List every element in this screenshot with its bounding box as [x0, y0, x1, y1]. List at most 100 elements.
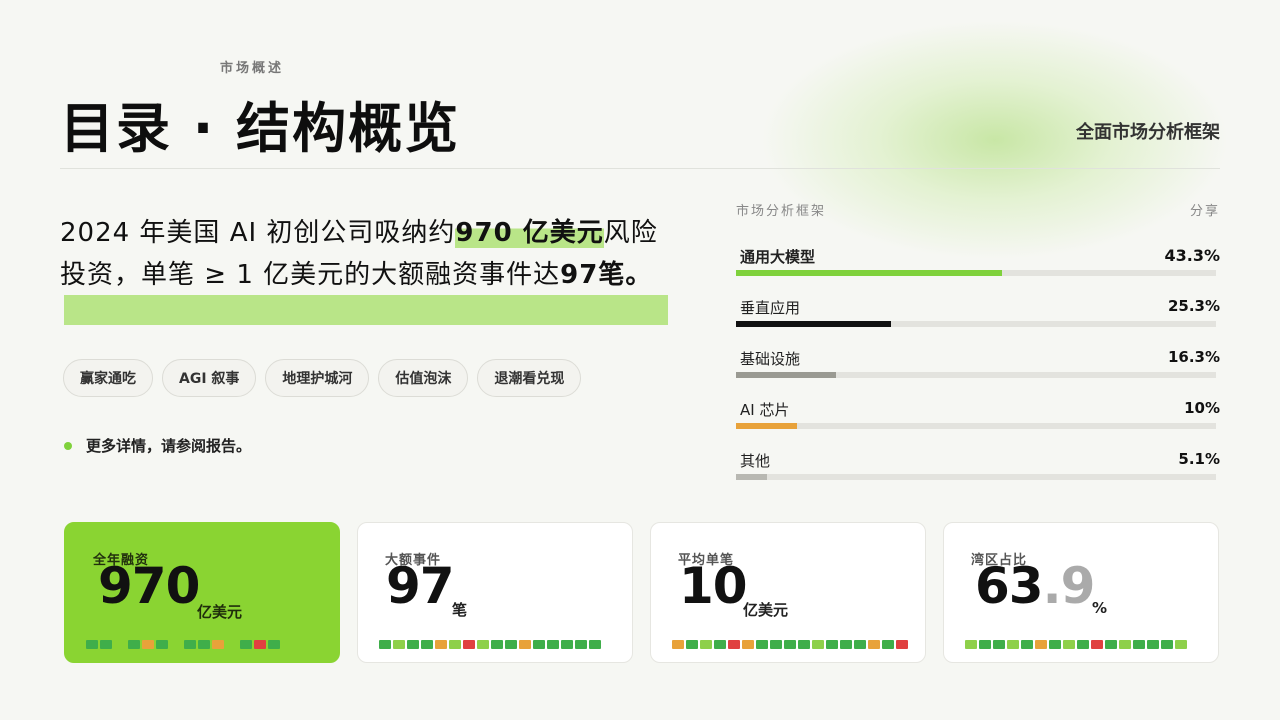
share-row: AI 芯片 10% — [736, 399, 1220, 450]
status-square — [533, 640, 545, 649]
status-square — [672, 640, 684, 649]
kpi-number-main: 63 — [975, 557, 1044, 615]
status-square — [826, 640, 838, 649]
market-framework-panel: 市场分析框架 分享 通用大模型 43.3% 垂直应用 25.3% 基础设施 16… — [736, 200, 1220, 501]
share-row-value: 16.3% — [1167, 348, 1220, 366]
kpi-cards: 全年融资 970 亿美元 大额事件 97 笔 平均单笔 10 亿美元 湾区占比 … — [64, 522, 1219, 663]
status-square — [477, 640, 489, 649]
status-square — [491, 640, 503, 649]
status-square — [1175, 640, 1187, 649]
lead-highlight-amount: 970 亿美元 — [455, 218, 604, 248]
section-kicker: 市场概述 — [220, 61, 285, 76]
status-square — [128, 640, 140, 649]
status-square — [1021, 640, 1033, 649]
panel-header: 市场分析框架 分享 — [736, 200, 1220, 224]
status-square — [589, 640, 601, 649]
kpi-squares — [86, 640, 280, 649]
tag-chip[interactable]: 赢家通吃 — [63, 359, 153, 397]
status-square — [1147, 640, 1159, 649]
status-square — [435, 640, 447, 649]
status-square — [1035, 640, 1047, 649]
tag-chip[interactable]: 估值泡沫 — [378, 359, 469, 397]
status-square — [575, 640, 587, 649]
kpi-unit: % — [1092, 599, 1108, 617]
share-row-value: 43.3% — [1164, 246, 1220, 265]
status-square — [965, 640, 977, 649]
status-square — [198, 640, 210, 649]
panel-share-label: 分享 — [1189, 204, 1220, 219]
share-row-value: 5.1% — [1178, 450, 1220, 468]
status-square — [407, 640, 419, 649]
status-square — [728, 640, 740, 649]
status-square — [784, 640, 796, 649]
status-square — [449, 640, 461, 649]
tag-list: 赢家通吃 AGI 叙事 地理护城河 估值泡沫 退潮看兑现 — [63, 359, 582, 397]
status-square — [100, 640, 112, 649]
share-bar-fill — [736, 321, 892, 327]
more-details-text: 更多详情，请参阅报告。 — [86, 437, 252, 455]
status-square — [463, 640, 475, 649]
status-square — [505, 640, 517, 649]
status-square — [1077, 640, 1089, 649]
kpi-number: 63.9 — [975, 557, 1096, 615]
lead-text-3: 笔。 — [598, 260, 653, 290]
status-square — [798, 640, 810, 649]
highlight-bar — [64, 295, 668, 325]
share-bar-fill — [736, 423, 798, 429]
share-bar-fill — [736, 474, 768, 480]
kpi-number-decimal: .9 — [1042, 557, 1096, 615]
share-row-label: 通用大模型 — [740, 248, 816, 266]
bullet-dot-icon — [64, 441, 72, 450]
kpi-number: 97 — [386, 557, 455, 615]
kpi-squares — [379, 640, 601, 649]
tag-chip[interactable]: 地理护城河 — [265, 359, 370, 397]
status-square — [896, 640, 908, 649]
lead-highlight-count: 97 — [560, 260, 599, 290]
status-square — [1091, 640, 1103, 649]
page-subtitle: 全面市场分析框架 — [1076, 122, 1220, 143]
kpi-number-main: 10 — [679, 557, 748, 615]
status-square — [547, 640, 559, 649]
share-row-label: AI 芯片 — [740, 401, 790, 419]
share-row: 其他 5.1% — [736, 450, 1220, 501]
kpi-number: 970 — [98, 557, 200, 615]
status-square — [756, 640, 768, 649]
kpi-card-bay-area-share: 湾区占比 63.9 % — [943, 522, 1219, 663]
page-title: 目录 · 结构概览 — [60, 97, 461, 160]
status-square — [700, 640, 712, 649]
kpi-number-main: 970 — [98, 557, 200, 615]
status-square — [212, 640, 224, 649]
share-bar-fill — [736, 270, 1003, 276]
status-square — [1119, 640, 1131, 649]
status-square — [240, 640, 252, 649]
status-square — [979, 640, 991, 649]
tag-chip[interactable]: AGI 叙事 — [162, 359, 257, 397]
share-row-label: 其他 — [740, 452, 771, 470]
kpi-card-large-deals: 大额事件 97 笔 — [357, 522, 633, 663]
share-row-value: 10% — [1184, 399, 1220, 417]
kpi-unit: 亿美元 — [197, 603, 243, 621]
status-square — [519, 640, 531, 649]
share-row: 垂直应用 25.3% — [736, 297, 1220, 348]
header-divider — [60, 168, 1220, 169]
lead-text-1: 2024 年美国 AI 初创公司吸纳约 — [60, 218, 456, 248]
status-square — [1161, 640, 1173, 649]
kpi-unit: 笔 — [452, 601, 468, 619]
status-square — [114, 640, 126, 649]
status-square — [1063, 640, 1075, 649]
status-square — [561, 640, 573, 649]
status-square — [714, 640, 726, 649]
share-row-label: 垂直应用 — [740, 299, 801, 317]
status-square — [868, 640, 880, 649]
status-square — [1133, 640, 1145, 649]
share-row-label: 基础设施 — [740, 350, 801, 368]
status-square — [993, 640, 1005, 649]
status-square — [742, 640, 754, 649]
panel-title: 市场分析框架 — [736, 204, 827, 219]
status-square — [226, 640, 238, 649]
tag-chip[interactable]: 退潮看兑现 — [477, 359, 582, 397]
status-square — [268, 640, 280, 649]
kpi-unit: 亿美元 — [743, 601, 789, 619]
status-square — [421, 640, 433, 649]
kpi-number: 10 — [679, 557, 748, 615]
